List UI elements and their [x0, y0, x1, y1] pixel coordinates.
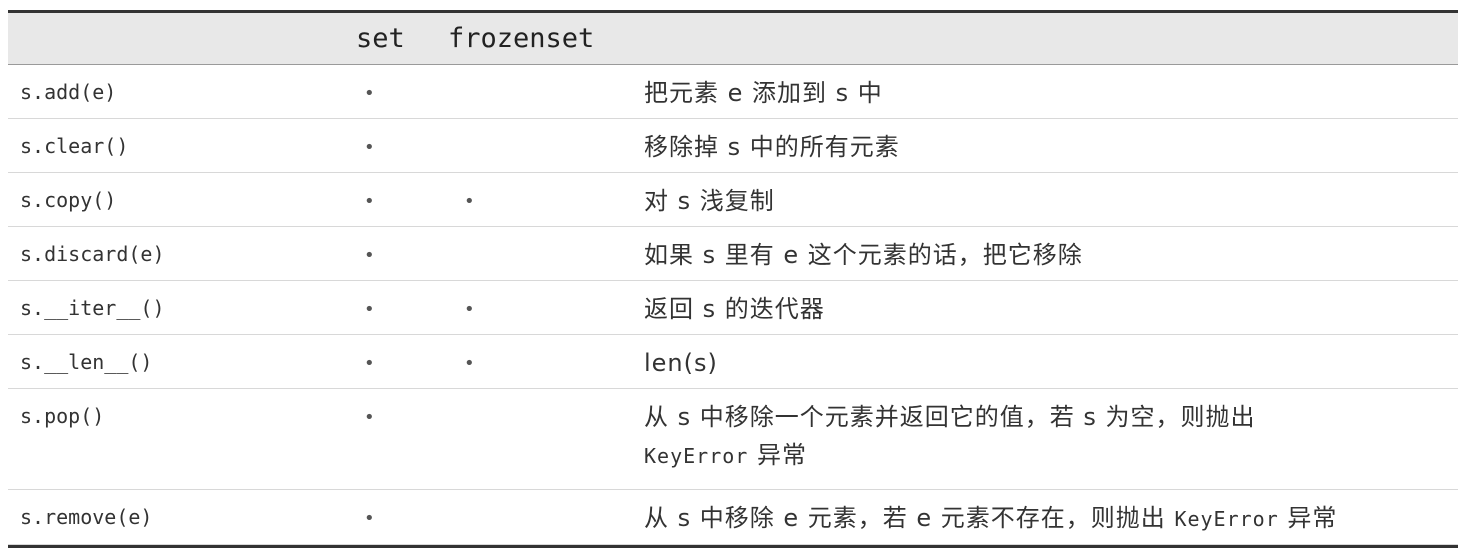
set-support-dot: • [364, 353, 375, 374]
set-support-dot: • [364, 245, 375, 266]
frozenset-support-dot: • [464, 299, 475, 320]
frozenset-support-dot [456, 490, 644, 506]
description-line-2: KeyError 异常 [644, 436, 1450, 475]
description-line-2-text: 异常 [748, 441, 807, 469]
method-description: 把元素 e 添加到 s 中 [644, 79, 883, 107]
frozenset-support-dot [456, 65, 644, 81]
table-row: s.remove(e) • 从 s 中移除 e 元素，若 e 元素不存在，则抛出… [8, 490, 1458, 545]
method-name: s.__iter__() [20, 296, 165, 320]
header-frozenset: frozenset [448, 23, 595, 54]
set-support-dot: • [364, 299, 375, 320]
keyerror-code: KeyError [644, 444, 749, 468]
method-name: s.copy() [20, 188, 117, 212]
description-tail: 异常 [1278, 504, 1338, 532]
method-description: 如果 s 里有 e 这个元素的话，把它移除 [644, 241, 1083, 269]
method-description: 从 s 中移除 e 元素，若 e 元素不存在，则抛出 KeyError 异常 [644, 490, 1458, 545]
table-row: s.__len__() • • len(s) [8, 335, 1458, 389]
table-row: s.__iter__() • • 返回 s 的迭代器 [8, 281, 1458, 335]
table-row: s.discard(e) • 如果 s 里有 e 这个元素的话，把它移除 [8, 227, 1458, 281]
table-row: s.add(e) • 把元素 e 添加到 s 中 [8, 65, 1458, 119]
method-description: 移除掉 s 中的所有元素 [644, 133, 900, 161]
method-name: s.discard(e) [20, 242, 165, 266]
set-support-dot: • [364, 407, 375, 428]
description-line-1: 从 s 中移除一个元素并返回它的值，若 s 为空，则抛出 [644, 403, 1256, 431]
method-name: s.add(e) [20, 80, 117, 104]
method-description: 从 s 中移除一个元素并返回它的值，若 s 为空，则抛出 KeyError 异常 [644, 389, 1458, 482]
table-row: s.copy() • • 对 s 浅复制 [8, 173, 1458, 227]
set-methods-table: set frozenset s.add(e) • 把元素 e 添加到 s 中 s… [8, 10, 1458, 548]
set-support-dot: • [364, 137, 375, 158]
method-description: 对 s 浅复制 [644, 187, 775, 215]
method-name: s.__len__() [20, 350, 153, 374]
table-row: s.clear() • 移除掉 s 中的所有元素 [8, 119, 1458, 173]
frozenset-support-dot: • [464, 191, 475, 212]
method-name: s.remove(e) [20, 505, 153, 529]
table-row: s.pop() • 从 s 中移除一个元素并返回它的值，若 s 为空，则抛出 K… [8, 389, 1458, 490]
method-name: s.pop() [20, 404, 105, 428]
set-support-dot: • [364, 83, 375, 104]
frozenset-support-dot [456, 389, 644, 405]
keyerror-code: KeyError [1174, 507, 1279, 531]
frozenset-support-dot [456, 227, 644, 243]
header-set: set [356, 23, 405, 54]
table-header: set frozenset [8, 13, 1458, 65]
method-name: s.clear() [20, 134, 129, 158]
description-text: 从 s 中移除 e 元素，若 e 元素不存在，则抛出 [644, 504, 1175, 532]
set-support-dot: • [364, 191, 375, 212]
method-description: 返回 s 的迭代器 [644, 295, 825, 323]
set-support-dot: • [364, 508, 375, 529]
frozenset-support-dot: • [464, 353, 475, 374]
method-description: len(s) [644, 349, 718, 377]
frozenset-support-dot [456, 119, 644, 135]
